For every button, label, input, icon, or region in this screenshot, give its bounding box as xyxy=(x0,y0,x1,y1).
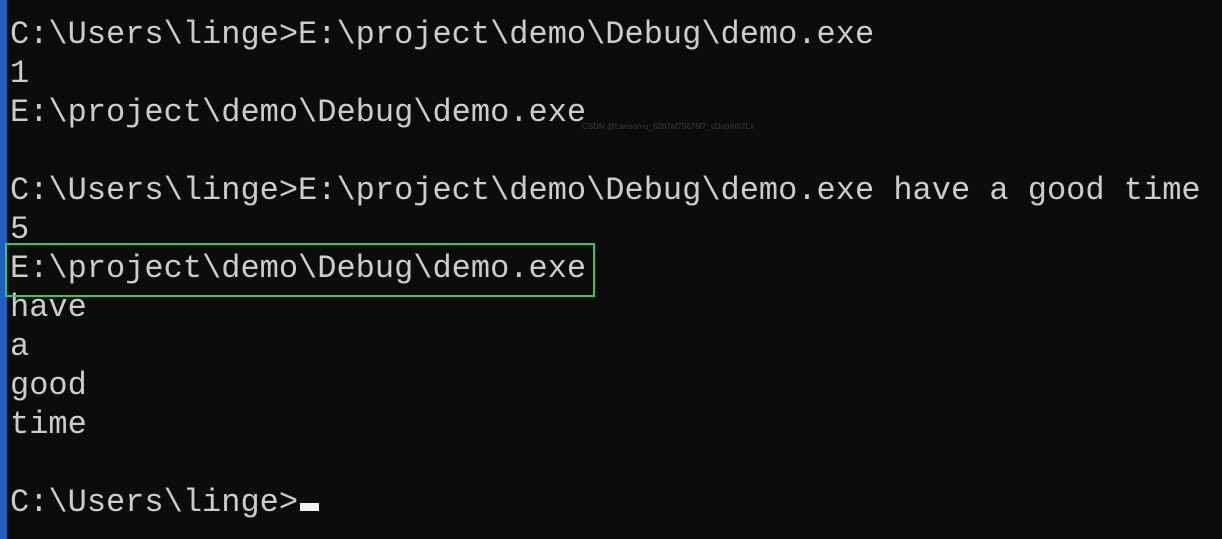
console-line: time xyxy=(10,406,87,443)
highlight-box xyxy=(5,243,595,297)
console-line: a xyxy=(10,328,30,365)
watermark: CSDN @Lanson-u_62b7af75676f7_vDuprhh7Lx xyxy=(582,122,754,131)
prompt-line[interactable]: C:\Users\linge> xyxy=(10,483,1201,522)
text-cursor xyxy=(300,503,320,511)
console-line: C:\Users\linge>E:\project\demo\Debug\dem… xyxy=(10,172,1201,209)
prompt: C:\Users\linge> xyxy=(10,484,299,521)
console-line: good xyxy=(10,367,87,404)
console-line: C:\Users\linge>E:\project\demo\Debug\dem… xyxy=(10,16,875,53)
console-line: 1 xyxy=(10,55,30,92)
